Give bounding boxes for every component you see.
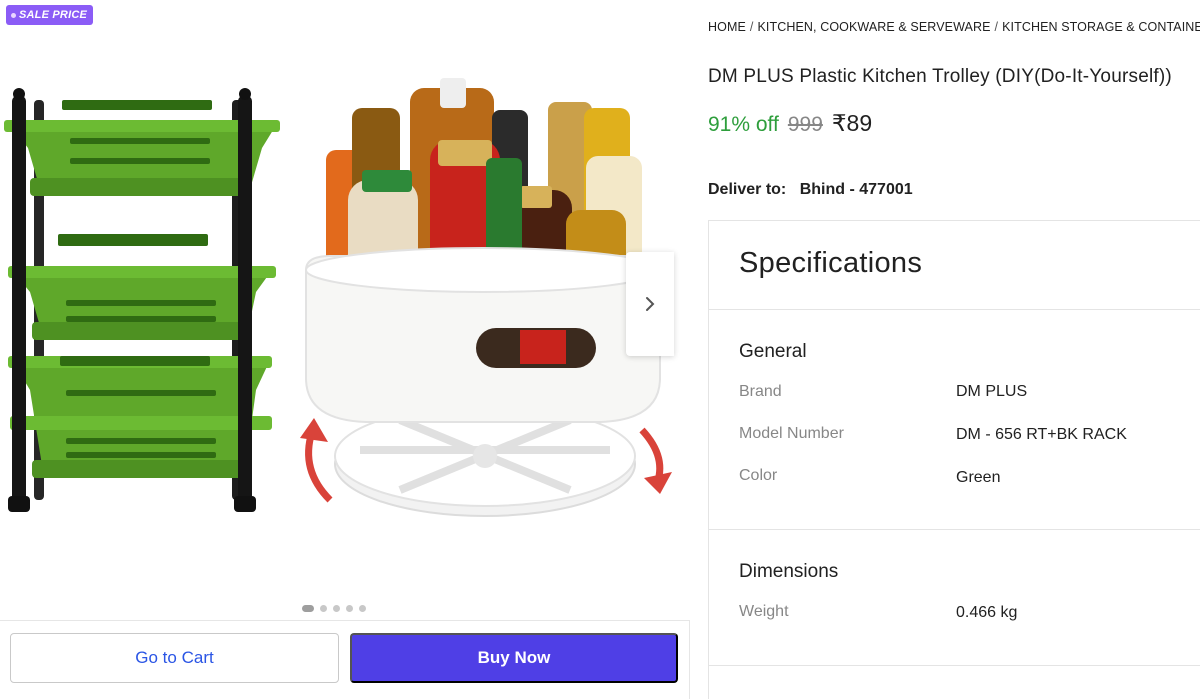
sale-badge-label: SALE PRICE	[19, 9, 88, 21]
specifications-heading: Specifications	[739, 247, 923, 279]
price-row: 91% off 999 ₹89	[708, 110, 872, 137]
spec-key-brand: Brand	[739, 383, 782, 400]
breadcrumb-kitchen-storage[interactable]: KITCHEN STORAGE & CONTAINERS	[1002, 20, 1200, 34]
product-image	[4, 78, 672, 517]
breadcrumb-kitchen-cookware[interactable]: KITCHEN, COOKWARE & SERVEWARE	[757, 20, 990, 34]
panel-divider	[689, 620, 690, 699]
spec-group-dimensions: Dimensions	[739, 561, 839, 582]
badge-dot-icon	[11, 12, 16, 18]
chevron-right-icon	[646, 297, 655, 311]
go-to-cart-button[interactable]: Go to Cart	[10, 633, 339, 683]
gallery-dot[interactable]	[359, 605, 366, 612]
action-bar-divider	[0, 620, 690, 621]
breadcrumb: HOME / KITCHEN, COOKWARE & SERVEWARE / KITCH…	[708, 20, 1200, 34]
spec-value-model-number: DM - 656 RT+BK RACK	[956, 426, 1127, 443]
product-gallery: SALE PRICE Go to Cart Buy Now	[0, 0, 690, 699]
gallery-dot[interactable]	[346, 605, 353, 612]
breadcrumb-home[interactable]: HOME	[708, 20, 746, 34]
spec-key-weight: Weight	[739, 603, 789, 620]
spice-organizer-illustration	[300, 78, 672, 517]
spec-value-weight: 0.466 kg	[956, 604, 1018, 621]
product-title: DM PLUS Plastic Kitchen Trolley (DIY(Do-…	[708, 66, 1172, 87]
spec-key-color: Color	[739, 467, 778, 484]
delivery-location[interactable]: Deliver to: Bhind - 477001	[708, 181, 913, 199]
delivery-pincode: Bhind - 477001	[799, 181, 913, 198]
spec-divider	[709, 529, 1200, 530]
sale-price-badge: SALE PRICE	[6, 5, 94, 25]
gallery-pagination	[302, 605, 366, 612]
selling-price: ₹89	[831, 110, 873, 136]
gallery-dot[interactable]	[320, 605, 327, 612]
spec-divider	[709, 665, 1200, 666]
gallery-next-button[interactable]	[626, 252, 674, 356]
spec-group-general: General	[739, 341, 807, 362]
spec-divider	[709, 309, 1200, 310]
spec-key-model-number: Model Number	[739, 425, 844, 442]
original-price: 999	[787, 113, 823, 136]
buy-now-button[interactable]: Buy Now	[350, 633, 678, 683]
spec-value-brand: DM PLUS	[956, 383, 1028, 400]
discount-percent: 91% off	[708, 113, 779, 136]
gallery-dot[interactable]	[302, 605, 314, 612]
gallery-dot[interactable]	[333, 605, 340, 612]
spec-value-color: Green	[956, 469, 1001, 486]
trolley-illustration	[4, 88, 280, 512]
deliver-to-label: Deliver to:	[708, 181, 787, 198]
specifications-card: Specifications General Brand DM PLUS Mod…	[708, 220, 1200, 699]
